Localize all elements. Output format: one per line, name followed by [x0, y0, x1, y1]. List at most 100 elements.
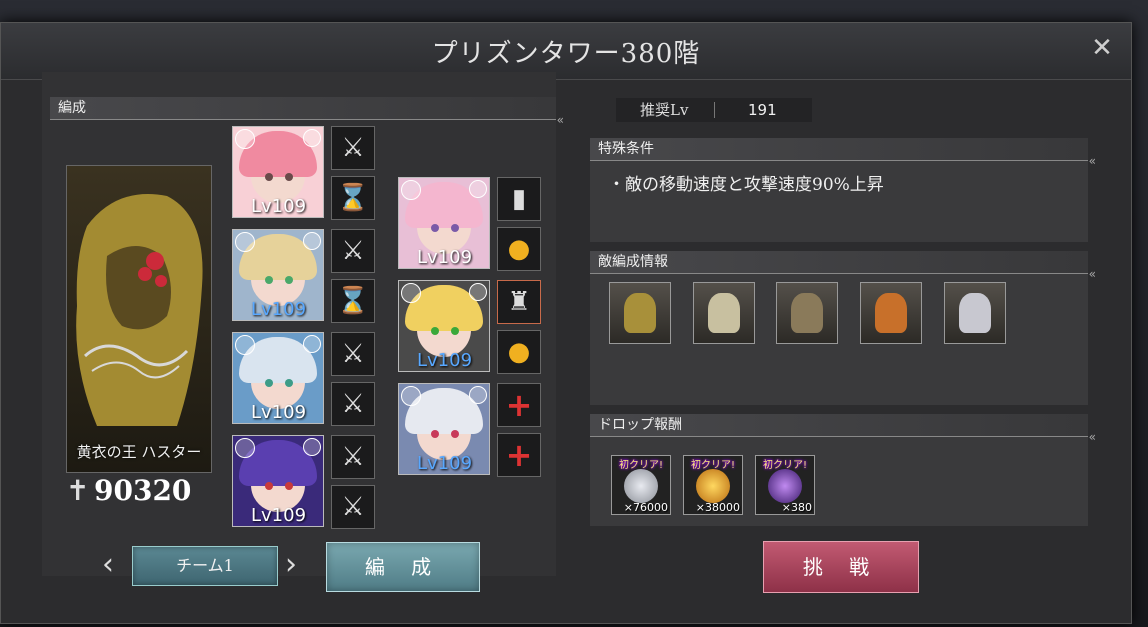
- character-eye: [285, 482, 293, 490]
- add-icon[interactable]: +: [497, 383, 541, 427]
- class-icon: [303, 129, 321, 147]
- drop-quantity: ×380: [781, 501, 812, 514]
- white-armor-enemy-icon: [959, 293, 991, 333]
- leader-card[interactable]: 黄衣の王 ハスター: [66, 165, 212, 473]
- class-icon: [303, 335, 321, 353]
- formation-header: 編成 «: [50, 97, 564, 127]
- element-icon: [235, 335, 255, 355]
- dialog-title: プリズンタワー380階: [431, 39, 701, 69]
- character-eye: [265, 482, 273, 490]
- leader-portrait: [76, 194, 203, 426]
- power-icon: ✝: [66, 474, 90, 507]
- character-eye: [285, 173, 293, 181]
- class-icon: [469, 180, 487, 198]
- element-icon: [401, 180, 421, 200]
- element-icon: [401, 283, 421, 303]
- first-clear-badge: 初クリア!: [618, 460, 663, 471]
- divider: [714, 102, 715, 118]
- drop-item-3[interactable]: 初クリア! ×380: [755, 455, 815, 515]
- character-level: Lv109: [417, 247, 473, 268]
- potion-icon[interactable]: ●: [497, 227, 541, 271]
- power-value: 90320: [94, 474, 192, 507]
- character-eye: [265, 276, 273, 284]
- special-condition-text: ・敵の移動速度と攻撃速度90%上昇: [608, 175, 884, 195]
- hourglass-icon[interactable]: ⌛: [331, 176, 375, 220]
- sword-icon[interactable]: ⚔: [331, 435, 375, 479]
- character-eye: [451, 430, 459, 438]
- team-prev-arrow-icon[interactable]: ‹: [102, 550, 114, 580]
- halo-angel-enemy-icon: [708, 293, 740, 333]
- first-clear-badge: 初クリア!: [762, 460, 807, 471]
- character-slot-1[interactable]: Lv109: [232, 126, 324, 218]
- special-conditions-title: 特殊条件: [598, 141, 654, 157]
- sword-icon[interactable]: ⚔: [331, 332, 375, 376]
- recommended-level-label: 推奨Lv: [640, 101, 689, 119]
- header-ornament-icon: «: [1088, 154, 1096, 168]
- character-eye: [451, 224, 459, 232]
- header-ornament-icon: «: [556, 113, 564, 127]
- character-slot-3[interactable]: Lv109: [232, 332, 324, 424]
- total-power: ✝ 90320: [66, 472, 226, 512]
- character-eye: [265, 173, 273, 181]
- drop-quantity: ×38000: [695, 501, 740, 514]
- winged-tower-enemy-icon: [791, 293, 823, 333]
- class-icon: [303, 438, 321, 456]
- challenge-button[interactable]: 挑 戦: [763, 541, 919, 593]
- enemy-info-header: 敵編成情報 «: [590, 251, 1096, 281]
- hourglass-icon[interactable]: ⌛: [331, 279, 375, 323]
- enemy-slot-1[interactable]: [609, 282, 671, 344]
- character-eye: [451, 327, 459, 335]
- character-slot-5[interactable]: Lv109: [398, 177, 490, 269]
- sword-icon[interactable]: ⚔: [331, 382, 375, 426]
- header-ornament-icon: «: [1088, 267, 1096, 281]
- enemy-slot-5[interactable]: [944, 282, 1006, 344]
- close-icon[interactable]: ✕: [1089, 35, 1115, 61]
- orange-golem-enemy-icon: [875, 293, 907, 333]
- special-conditions-header: 特殊条件 «: [590, 138, 1096, 168]
- character-eye: [431, 224, 439, 232]
- sword-icon[interactable]: ⚔: [331, 229, 375, 273]
- class-icon: [469, 386, 487, 404]
- whistle-icon[interactable]: ▮: [497, 177, 541, 221]
- enemy-slot-2[interactable]: [693, 282, 755, 344]
- character-level: Lv109: [251, 402, 307, 423]
- element-icon: [401, 386, 421, 406]
- silver-coin-icon: [624, 469, 658, 503]
- character-level: Lv109: [251, 299, 307, 320]
- sword-icon[interactable]: ⚔: [331, 126, 375, 170]
- gold-coin-icon: [696, 469, 730, 503]
- leader-name: 黄衣の王 ハスター: [76, 443, 202, 461]
- element-icon: [235, 129, 255, 149]
- team-selector[interactable]: チーム1: [132, 546, 278, 586]
- character-slot-4[interactable]: Lv109: [232, 435, 324, 527]
- team-next-arrow-icon[interactable]: ›: [285, 550, 297, 580]
- character-slot-2[interactable]: Lv109: [232, 229, 324, 321]
- enemy-slot-3[interactable]: [776, 282, 838, 344]
- header-ornament-icon: «: [1088, 430, 1096, 444]
- character-level: Lv109: [417, 453, 473, 474]
- character-level: Lv109: [251, 505, 307, 526]
- enemy-slot-4[interactable]: [860, 282, 922, 344]
- class-icon: [303, 232, 321, 250]
- recommended-level: 推奨Lv 191: [616, 98, 812, 122]
- enemy-info-title: 敵編成情報: [598, 254, 668, 270]
- armor-icon[interactable]: ♜: [497, 280, 541, 324]
- character-slot-6[interactable]: Lv109: [398, 280, 490, 372]
- drop-rewards-header: ドロップ報酬 «: [590, 414, 1096, 444]
- potion-icon[interactable]: ●: [497, 330, 541, 374]
- drop-item-1[interactable]: 初クリア! ×76000: [611, 455, 671, 515]
- purple-orb-icon: [768, 469, 802, 503]
- character-slot-7[interactable]: Lv109: [398, 383, 490, 475]
- add-icon[interactable]: +: [497, 433, 541, 477]
- formation-button[interactable]: 編 成: [326, 542, 480, 592]
- character-level: Lv109: [251, 196, 307, 217]
- gold-statue-enemy-icon: [624, 293, 656, 333]
- drop-item-2[interactable]: 初クリア! ×38000: [683, 455, 743, 515]
- character-eye: [431, 430, 439, 438]
- sword-icon[interactable]: ⚔: [331, 485, 375, 529]
- formation-header-label: 編成: [58, 100, 86, 116]
- class-icon: [469, 283, 487, 301]
- character-eye: [265, 379, 273, 387]
- drop-quantity: ×76000: [623, 501, 668, 514]
- character-eye: [285, 379, 293, 387]
